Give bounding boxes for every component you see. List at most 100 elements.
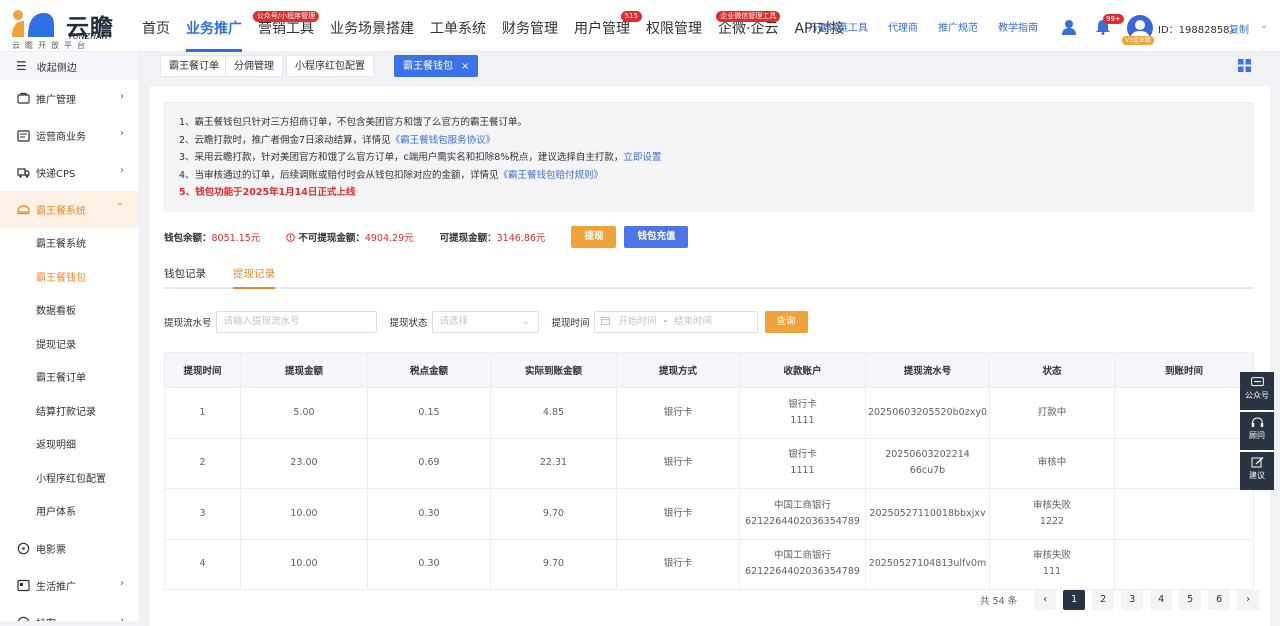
- float-feedback[interactable]: 建议: [1240, 452, 1274, 490]
- status-reason: 1222: [1039, 515, 1065, 527]
- cell-time: 2: [164, 437, 241, 489]
- sidebar-item-douke[interactable]: 抖客 ›: [0, 604, 138, 621]
- link-tutorial[interactable]: 教学指南: [998, 19, 1038, 34]
- nav-permission[interactable]: 权限管理: [646, 0, 702, 52]
- nav-wecom[interactable]: 企业微信管理工具 企微·企云: [716, 0, 781, 52]
- filter-bar: 提现流水号 请输入提现流水号 提现状态 请选择 ⌄ 提现时间 开始时间 - 结束时间 …: [164, 311, 808, 333]
- nav-label: 工单系统: [430, 21, 486, 37]
- page-1[interactable]: 1: [1063, 590, 1086, 610]
- nav-user-mgmt[interactable]: 515 用户管理: [574, 0, 642, 52]
- notice-line-2: 2、云瞻打款时，推广者佣金7日滚动结算，详情见《霸王餐钱包服务协议》: [179, 132, 1239, 150]
- setup-now-link[interactable]: 立即设置: [623, 152, 661, 163]
- cell-account: 银行卡 1111: [739, 437, 866, 489]
- tab-free-meal-wallet[interactable]: 霸王餐钱包 ×: [394, 55, 479, 77]
- collapse-label: 收起侧边: [36, 62, 77, 74]
- sidebar-item-movie[interactable]: 电影票: [0, 530, 138, 567]
- copy-id-button[interactable]: 复制: [1229, 21, 1249, 36]
- nav-label: 营销工具: [258, 21, 314, 37]
- recharge-button[interactable]: 钱包充值: [624, 226, 689, 248]
- cell-amount: 10.00: [240, 488, 368, 540]
- locked-label: 不可提现金额：: [298, 233, 365, 244]
- close-icon[interactable]: ×: [461, 61, 469, 72]
- sidebar-sub-settlement[interactable]: 结算打款记录: [0, 396, 138, 430]
- sidebar-sub-withdraw-records[interactable]: 提现记录: [0, 329, 138, 363]
- next-page-button[interactable]: ›: [1237, 590, 1260, 610]
- tab-label: 小程序红包配置: [295, 61, 365, 72]
- sidebar-item-label: 霸王餐系统: [36, 206, 86, 217]
- serial-label: 提现流水号: [164, 318, 212, 329]
- link-agent[interactable]: 代理商: [888, 19, 918, 34]
- nav-finance[interactable]: 财务管理: [502, 0, 558, 52]
- chevron-down-icon[interactable]: ⌄: [1260, 20, 1268, 31]
- table-header-row: 提现时间 提现金额 税点金额 实际到账金额 提现方式 收款账户 提现流水号 状态…: [164, 352, 1254, 388]
- wallet-summary: 钱包余额： 8051.15元 不可提现金额： 4904.29元 可提现金额： 3…: [164, 226, 689, 248]
- cell-actual: 4.85: [490, 387, 617, 439]
- link-promo-rules[interactable]: 推广规范: [938, 19, 978, 34]
- brand-logo[interactable]: 云瞻 YUNZHAN 云瞻开放平台: [10, 6, 128, 50]
- sidebar-sub-free-meal-orders[interactable]: 霸王餐订单: [0, 362, 138, 396]
- cell-time: 4: [164, 538, 241, 590]
- cell-status: 审核失败 1222: [989, 488, 1115, 540]
- sidebar-item-promo-mgmt[interactable]: 推广管理 ›: [0, 80, 138, 117]
- date-range-picker[interactable]: 开始时间 - 结束时间: [593, 311, 758, 333]
- total-count: 共 54 条: [980, 596, 1018, 607]
- page-2[interactable]: 2: [1092, 590, 1115, 610]
- tab-wallet-records[interactable]: 钱包记录: [164, 264, 206, 289]
- range-separator: -: [663, 316, 667, 327]
- col-status: 状态: [989, 352, 1115, 388]
- sidebar-item-life-promo[interactable]: 生活推广 ›: [0, 567, 138, 604]
- nav-badge: 公众号/小程序管理: [252, 11, 320, 22]
- cell-account: 中国工商银行 6212264402036354789: [739, 488, 866, 540]
- col-serial: 提现流水号: [865, 352, 990, 388]
- page-4[interactable]: 4: [1150, 590, 1173, 610]
- sidebar-sub-user-system[interactable]: 用户体系: [0, 496, 138, 530]
- serial-input[interactable]: 请输入提现流水号: [215, 311, 377, 333]
- tab-free-meal-orders[interactable]: 霸王餐订单: [160, 55, 228, 77]
- query-button[interactable]: 查询: [764, 311, 808, 333]
- page-5[interactable]: 5: [1179, 590, 1202, 610]
- grid-icon[interactable]: [1238, 59, 1251, 72]
- cell-tax: 0.30: [367, 538, 491, 590]
- sidebar-sub-free-meal-wallet[interactable]: 霸王餐钱包: [0, 262, 138, 296]
- customer-service-icon[interactable]: [1061, 19, 1077, 35]
- nav-marketing-tools[interactable]: 公众号/小程序管理 营销工具: [252, 0, 320, 52]
- chevron-right-icon: ›: [120, 128, 124, 139]
- tab-withdraw-records[interactable]: 提现记录: [233, 264, 275, 289]
- sidebar-item-carrier[interactable]: 运营商业务 ›: [0, 117, 138, 154]
- available-value: 3146.86元: [496, 233, 546, 244]
- col-time: 提现时间: [164, 352, 241, 388]
- tab-commission[interactable]: 分佣管理: [225, 55, 283, 77]
- status-select[interactable]: 请选择 ⌄: [431, 311, 539, 333]
- link-universal-convert[interactable]: 万能转链工具: [808, 19, 868, 34]
- service-agreement-link[interactable]: 《霸王餐钱包服务协议》: [391, 135, 496, 146]
- notice-line-4: 4、当审核通过的订单，后续调账或赔付时会从钱包扣除对应的金额，详情见《霸王餐钱包…: [179, 167, 1239, 185]
- pagination: 共 54 条 ‹ 1 2 3 4 5 6 ›: [980, 590, 1260, 610]
- nav-scene-builder[interactable]: 业务场景搭建: [330, 0, 414, 52]
- table-row: 2 23.00 0.69 22.31 银行卡 银行卡 1111 202506032…: [164, 437, 1254, 489]
- tab-redpacket-config[interactable]: 小程序红包配置: [286, 55, 374, 77]
- collapse-sidebar-button[interactable]: ☰ 收起侧边: [0, 52, 138, 80]
- sidebar-item-free-meal[interactable]: 霸王餐系统 ⌃: [0, 191, 138, 228]
- nav-ticket-system[interactable]: 工单系统: [430, 0, 486, 52]
- sidebar-sub-redpacket[interactable]: 小程序红包配置: [0, 463, 138, 497]
- page-3[interactable]: 3: [1121, 590, 1144, 610]
- cell-amount: 5.00: [240, 387, 368, 439]
- cell-tax: 0.15: [367, 387, 491, 439]
- col-actual: 实际到账金额: [490, 352, 617, 388]
- float-consultant[interactable]: 顾问: [1240, 412, 1274, 450]
- float-official-account[interactable]: 公众号: [1240, 372, 1274, 410]
- nav-home[interactable]: 首页: [142, 0, 170, 52]
- sidebar-sub-dashboard[interactable]: 数据看板: [0, 295, 138, 329]
- sidebar-item-label: 运营商业务: [36, 132, 86, 143]
- withdraw-button[interactable]: 提现: [571, 226, 617, 248]
- cell-arrive: [1114, 488, 1254, 540]
- sidebar-sub-free-meal-system[interactable]: 霸王餐系统: [0, 228, 138, 262]
- sidebar-sub-cashback[interactable]: 返现明细: [0, 429, 138, 463]
- nav-business-promo[interactable]: 业务推广: [186, 0, 242, 52]
- compensation-rules-link[interactable]: 《霸王餐钱包赔付规则》: [499, 170, 604, 181]
- sidebar-item-label: 生活推广: [36, 581, 76, 593]
- page-6[interactable]: 6: [1208, 590, 1231, 610]
- prev-page-button[interactable]: ‹: [1034, 590, 1057, 610]
- cell-tax: 0.69: [367, 437, 491, 489]
- sidebar-item-express-cps[interactable]: 快递CPS ›: [0, 154, 138, 191]
